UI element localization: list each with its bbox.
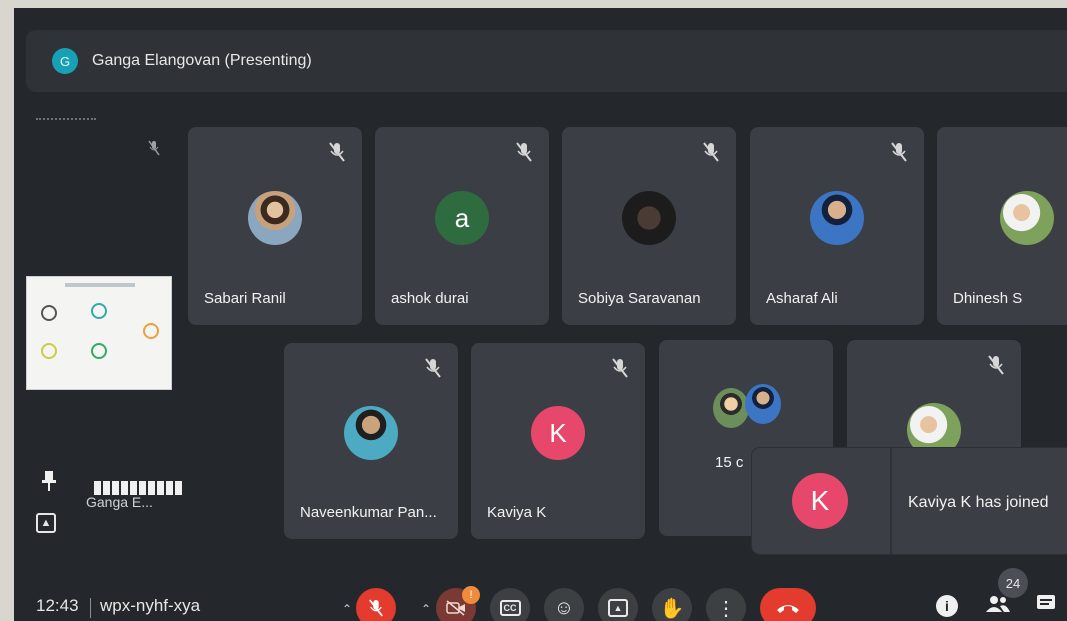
participant-name: Dhinesh S bbox=[953, 290, 1023, 307]
mic-off-icon bbox=[611, 357, 629, 379]
participant-tile[interactable]: Sabari Ranil bbox=[188, 127, 362, 325]
participant-name: Naveenkumar Pan... bbox=[300, 504, 437, 521]
shared-screen-thumbnail[interactable] bbox=[26, 276, 172, 390]
mic-off-icon bbox=[702, 141, 720, 163]
mic-off-icon bbox=[987, 354, 1005, 376]
slide-node bbox=[91, 303, 107, 319]
participant-name: ashok durai bbox=[391, 290, 469, 307]
chat-icon[interactable] bbox=[1036, 594, 1056, 620]
slide-node bbox=[91, 343, 107, 359]
mic-off-icon bbox=[369, 599, 383, 617]
participant-avatar bbox=[713, 388, 749, 428]
presentation-panel: Ganga E... ▲ bbox=[14, 108, 184, 568]
participant-tile[interactable]: Naveenkumar Pan... bbox=[284, 343, 458, 539]
participant-tile[interactable]: a ashok durai bbox=[375, 127, 549, 325]
notification-message: Kaviya K has joined bbox=[908, 494, 1049, 511]
captions-icon: CC bbox=[499, 600, 521, 616]
mic-off-icon bbox=[328, 141, 346, 163]
camera-warning-badge: ! bbox=[462, 586, 480, 604]
notification-divider bbox=[890, 448, 892, 554]
participant-name: Kaviya K bbox=[487, 504, 547, 521]
participant-name: Sobiya Saravanan bbox=[578, 290, 701, 307]
mic-off-icon bbox=[890, 141, 908, 163]
audio-level-bars bbox=[94, 481, 182, 495]
participant-avatar: a bbox=[435, 191, 489, 246]
mic-toggle-button[interactable] bbox=[356, 588, 396, 621]
more-options-button[interactable]: ⋮ bbox=[706, 588, 746, 621]
reactions-button[interactable]: ☺ bbox=[544, 588, 584, 621]
hang-up-icon bbox=[777, 605, 799, 613]
meeting-code: wpx-nyhf-xya bbox=[100, 596, 201, 615]
participant-avatar: K bbox=[531, 406, 585, 461]
participant-name: Sabari Ranil bbox=[204, 290, 286, 307]
slide-node bbox=[41, 343, 57, 359]
participant-avatar bbox=[745, 384, 781, 424]
captions-button[interactable]: CC bbox=[490, 588, 530, 621]
mic-off-icon bbox=[424, 357, 442, 379]
raise-hand-button[interactable]: ✋ bbox=[652, 588, 692, 621]
pin-icon[interactable] bbox=[42, 471, 56, 491]
clock: 12:43 bbox=[36, 596, 79, 615]
self-name: Ganga E... bbox=[86, 494, 153, 510]
participant-tile[interactable]: Asharaf Ali bbox=[750, 127, 924, 325]
participant-avatar bbox=[810, 191, 864, 246]
present-icon: ▲ bbox=[608, 599, 628, 617]
leave-call-button[interactable] bbox=[760, 588, 816, 621]
participant-avatar bbox=[622, 191, 676, 246]
hand-icon: ✋ bbox=[659, 597, 685, 620]
presenting-banner: G Ganga Elangovan (Presenting) bbox=[26, 30, 1067, 92]
emoji-icon: ☺ bbox=[553, 596, 575, 619]
join-notification: K Kaviya K has joined bbox=[752, 448, 1067, 554]
mini-toolbar bbox=[36, 118, 96, 126]
group-count-label: 15 c bbox=[715, 454, 744, 471]
group-avatars bbox=[713, 384, 793, 428]
participant-tile[interactable]: K Kaviya K bbox=[471, 343, 645, 539]
separator bbox=[90, 598, 91, 618]
slide-node bbox=[41, 305, 57, 321]
participant-avatar bbox=[344, 406, 398, 461]
slide-node bbox=[143, 323, 159, 339]
mic-off-icon bbox=[148, 140, 160, 159]
meeting-controls-bar: 12:43 wpx-nyhf-xya ⌃ ⌃ ! CC ☺ ▲ ✋ ⋮ i 24 bbox=[14, 568, 1067, 621]
participant-name: Asharaf Ali bbox=[766, 290, 838, 307]
participant-tile[interactable]: Sobiya Saravanan bbox=[562, 127, 736, 325]
present-screen-icon[interactable]: ▲ bbox=[36, 513, 56, 533]
meeting-info-icon[interactable]: i bbox=[936, 594, 958, 617]
chevron-up-icon[interactable]: ⌃ bbox=[342, 602, 352, 616]
people-icon[interactable] bbox=[986, 594, 1010, 620]
notification-avatar: K bbox=[792, 473, 848, 529]
more-vert-icon: ⋮ bbox=[716, 597, 736, 620]
present-now-button[interactable]: ▲ bbox=[598, 588, 638, 621]
presenting-title: Ganga Elangovan (Presenting) bbox=[92, 52, 312, 69]
participant-avatar bbox=[248, 191, 302, 246]
slide-title-bar bbox=[65, 283, 135, 287]
meet-window: G Ganga Elangovan (Presenting) Ganga E..… bbox=[14, 8, 1067, 621]
participant-tile[interactable]: Dhinesh S bbox=[937, 127, 1067, 325]
camera-off-icon bbox=[446, 600, 465, 616]
mic-off-icon bbox=[515, 141, 533, 163]
presenter-avatar: G bbox=[52, 48, 78, 74]
participant-avatar bbox=[1000, 191, 1054, 246]
chevron-up-icon[interactable]: ⌃ bbox=[421, 602, 431, 616]
self-tile-mini bbox=[36, 118, 166, 160]
